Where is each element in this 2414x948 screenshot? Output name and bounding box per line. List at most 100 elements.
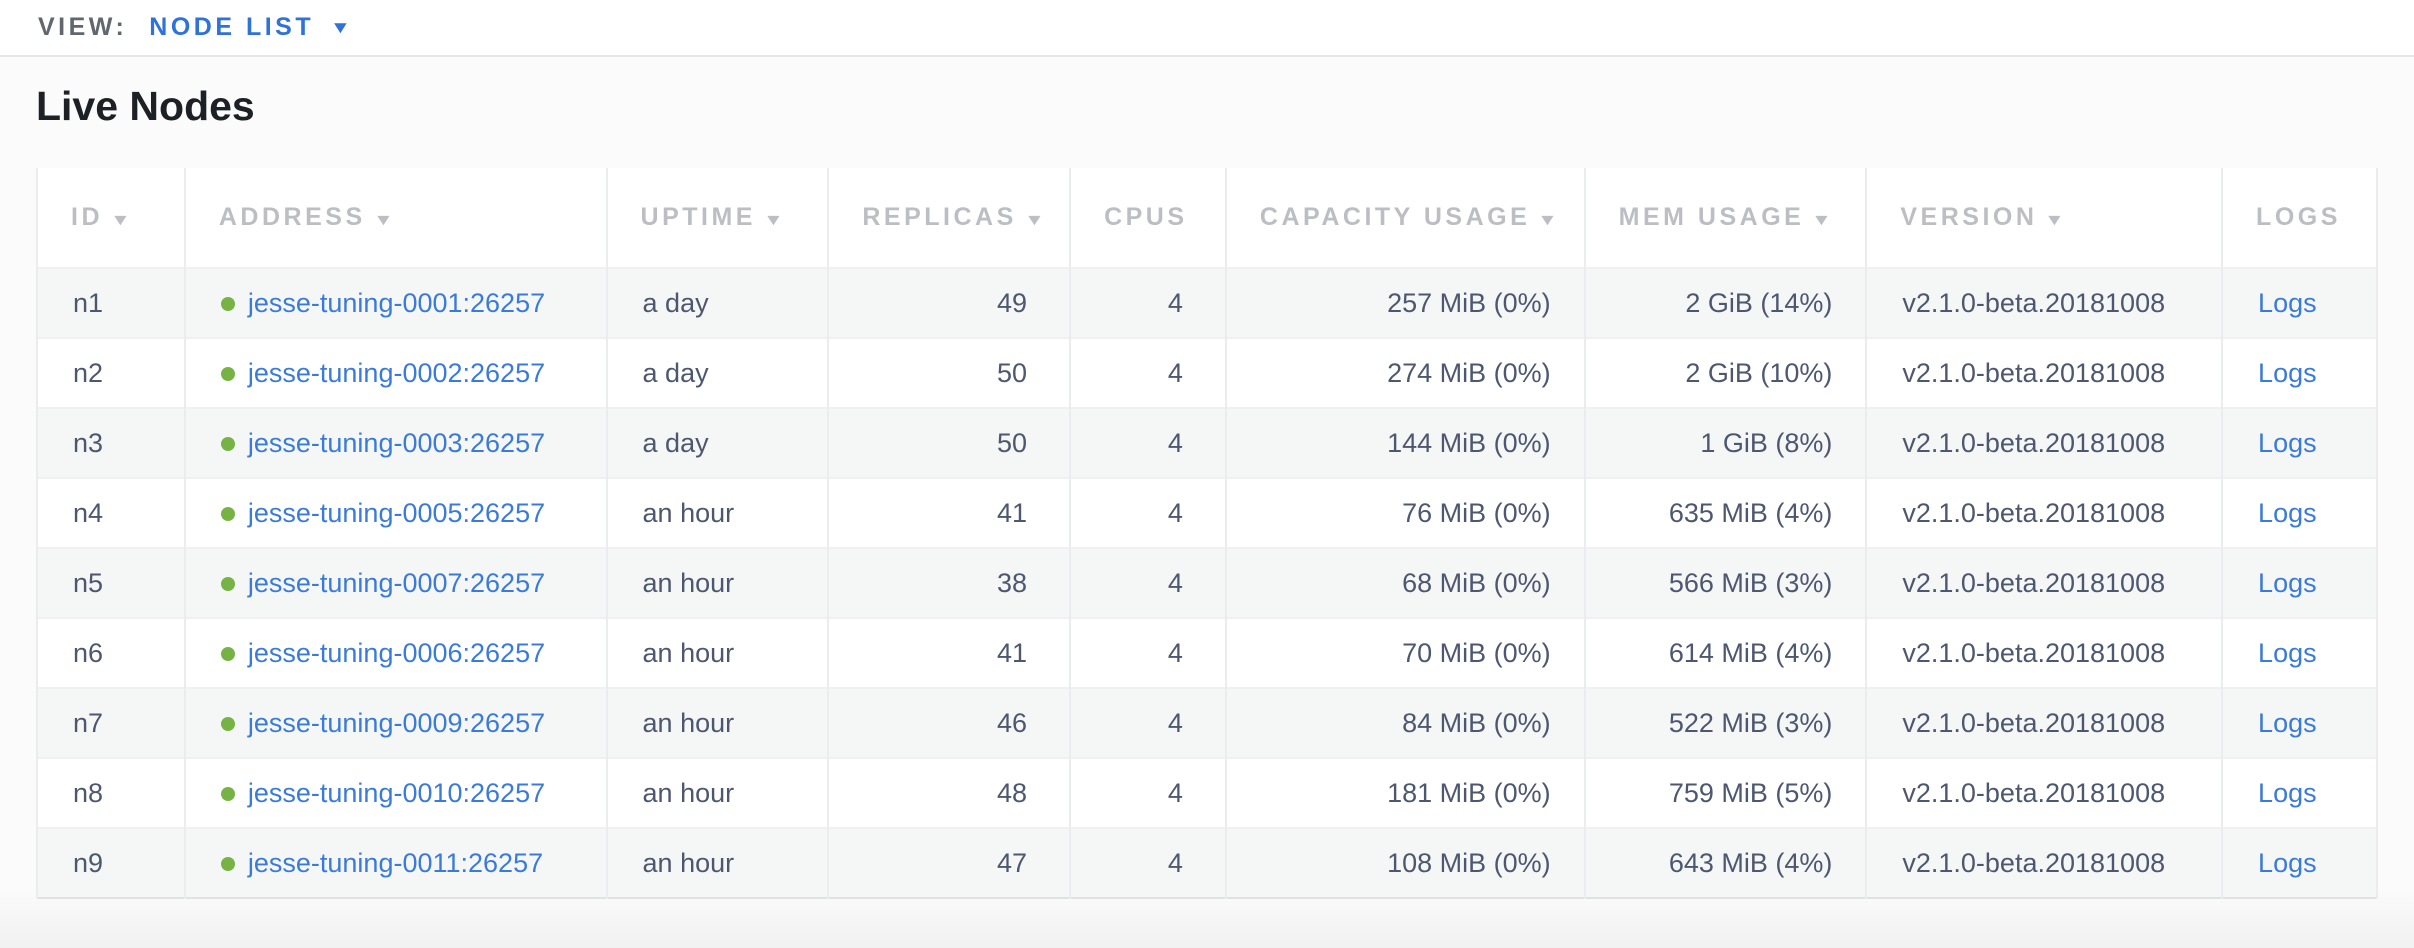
logs-cell: Logs (2222, 828, 2377, 898)
node-row-n4: n4 jesse-tuning-0005:26257 an hour41476 Mi… (37, 478, 2377, 548)
column-header-label: VERSION (1900, 203, 2037, 231)
logs-cell: Logs (2222, 268, 2377, 338)
cpus-cell: 4 (1070, 268, 1226, 338)
version-cell: v2.1.0-beta.20181008 (1866, 408, 2222, 478)
node-address-link[interactable]: jesse-tuning-0011:26257 (248, 848, 543, 878)
node-address-link[interactable]: jesse-tuning-0003:26257 (248, 428, 545, 458)
id-cell: n9 (37, 828, 185, 898)
page-title: Live Nodes (36, 57, 2378, 130)
column-header-capacity[interactable]: CAPACITY USAGE▼ (1226, 168, 1585, 268)
sort-desc-icon: ▼ (1811, 212, 1836, 230)
column-header-label: UPTIME (641, 203, 756, 231)
node-health-icon (221, 507, 235, 521)
uptime-cell: an hour (607, 688, 829, 758)
node-row-n3: n3jesse-tuning-0003:26257a day504144 MiB… (37, 408, 2377, 478)
cpus-cell: 4 (1070, 478, 1226, 548)
logs-cell: Logs (2222, 618, 2377, 688)
node-row-n2: n2jesse-tuning-0002:26257a day504274 MiB… (37, 338, 2377, 408)
node-address-link[interactable]: jesse-tuning-0001:26257 (248, 288, 545, 318)
mem-cell: 1 GiB (8%) (1585, 408, 1867, 478)
address-cell: jesse-tuning-0005:26257 (185, 478, 607, 548)
node-address-link[interactable]: jesse-tuning-0005:26257 (248, 498, 545, 528)
cpus-cell: 4 (1070, 618, 1226, 688)
logs-link[interactable]: Logs (2258, 288, 2317, 318)
column-header-label: CPUS (1104, 203, 1187, 231)
uptime-cell: a day (607, 268, 829, 338)
node-address-link[interactable]: jesse-tuning-0010:26257 (248, 778, 545, 808)
logs-cell: Logs (2222, 408, 2377, 478)
id-cell: n8 (37, 758, 185, 828)
cpus-cell: 4 (1070, 548, 1226, 618)
uptime-cell: an hour (607, 478, 829, 548)
uptime-cell: an hour (607, 828, 829, 898)
mem-cell: 614 MiB (4%) (1585, 618, 1867, 688)
logs-link[interactable]: Logs (2258, 358, 2317, 388)
capacity-cell: 144 MiB (0%) (1226, 408, 1585, 478)
id-cell: n4 (37, 478, 185, 548)
node-address-link[interactable]: jesse-tuning-0007:26257 (248, 568, 545, 598)
capacity-cell: 274 MiB (0%) (1226, 338, 1585, 408)
version-cell: v2.1.0-beta.20181008 (1866, 758, 2222, 828)
sort-desc-icon: ▼ (1024, 212, 1049, 230)
id-cell: n2 (37, 338, 185, 408)
id-cell: n1 (37, 268, 185, 338)
column-header-address[interactable]: ADDRESS▼ (185, 168, 607, 268)
column-header-label: LOGS (2256, 203, 2341, 231)
node-row-n1: n1 jesse-tuning-0001:26257 a day494257 MiB… (37, 268, 2377, 338)
replicas-cell: 41 (828, 478, 1070, 548)
node-address-link[interactable]: jesse-tuning-0009:26257 (248, 708, 545, 738)
uptime-cell: an hour (607, 618, 829, 688)
node-row-n8: n8jesse-tuning-0010:26257an hour484181 M… (37, 758, 2377, 828)
address-cell: jesse-tuning-0010:26257 (185, 758, 607, 828)
column-header-id[interactable]: ID▼ (37, 168, 185, 268)
column-header-uptime[interactable]: UPTIME▼ (607, 168, 829, 268)
node-row-n9: n9jesse-tuning-0011:26257an hour474108 M… (37, 828, 2377, 898)
address-cell: jesse-tuning-0009:26257 (185, 688, 607, 758)
capacity-cell: 257 MiB (0%) (1226, 268, 1585, 338)
mem-cell: 2 GiB (14%) (1585, 268, 1867, 338)
logs-link[interactable]: Logs (2258, 778, 2317, 808)
replicas-cell: 46 (828, 688, 1070, 758)
column-header-label: ADDRESS (219, 203, 366, 231)
address-cell: jesse-tuning-0002:26257 (185, 338, 607, 408)
logs-link[interactable]: Logs (2258, 498, 2317, 528)
cpus-cell: 4 (1070, 408, 1226, 478)
column-header-mem[interactable]: MEM USAGE▼ (1585, 168, 1867, 268)
version-cell: v2.1.0-beta.20181008 (1866, 548, 2222, 618)
logs-cell: Logs (2222, 338, 2377, 408)
view-selector-dropdown[interactable]: NODE LIST ▼ (149, 13, 349, 42)
replicas-cell: 49 (828, 268, 1070, 338)
logs-link[interactable]: Logs (2258, 638, 2317, 668)
logs-link[interactable]: Logs (2258, 428, 2317, 458)
replicas-cell: 48 (828, 758, 1070, 828)
cpus-cell: 4 (1070, 828, 1226, 898)
cpus-cell: 4 (1070, 338, 1226, 408)
column-header-replicas[interactable]: REPLICAS ▼ (828, 168, 1070, 268)
logs-link[interactable]: Logs (2258, 848, 2317, 878)
view-label: VIEW: (38, 13, 127, 42)
node-health-icon (221, 647, 235, 661)
view-bar: VIEW: NODE LIST ▼ (0, 0, 2414, 57)
capacity-cell: 76 MiB (0%) (1226, 478, 1585, 548)
table-header-row: ID▼ADDRESS▼UPTIME▼REPLICAS▼CPUSCAPACITY … (37, 168, 2377, 268)
address-cell: jesse-tuning-0011:26257 (185, 828, 607, 898)
column-header-cpus: CPUS (1070, 168, 1226, 268)
version-cell: v2.1.0-beta.20181008 (1866, 268, 2222, 338)
mem-cell: 635 MiB (4%) (1585, 478, 1867, 548)
mem-cell: 643 MiB (4%) (1585, 828, 1867, 898)
column-header-label: ID (71, 203, 103, 231)
column-header-version[interactable]: VERSION▼ (1866, 168, 2222, 268)
chevron-down-icon: ▼ (330, 18, 351, 38)
node-address-link[interactable]: jesse-tuning-0002:26257 (248, 358, 545, 388)
replicas-cell: 38 (828, 548, 1070, 618)
replicas-cell: 41 (828, 618, 1070, 688)
node-address-link[interactable]: jesse-tuning-0006:26257 (248, 638, 545, 668)
mem-cell: 522 MiB (3%) (1585, 688, 1867, 758)
logs-cell: Logs (2222, 548, 2377, 618)
node-health-icon (221, 297, 235, 311)
node-health-icon (221, 717, 235, 731)
column-header-label: REPLICAS (862, 203, 1016, 231)
replicas-cell: 50 (828, 338, 1070, 408)
logs-link[interactable]: Logs (2258, 708, 2317, 738)
logs-link[interactable]: Logs (2258, 568, 2317, 598)
